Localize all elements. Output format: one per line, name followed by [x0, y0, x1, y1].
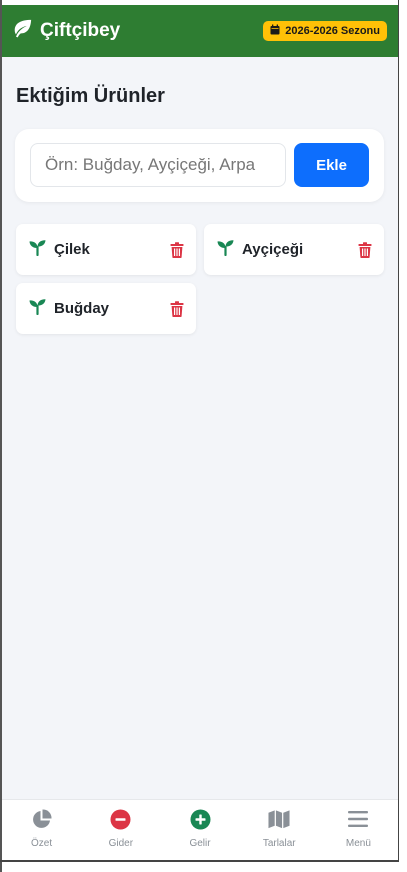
season-badge[interactable]: 2026-2026 Sezonu — [263, 21, 387, 41]
nav-label: Gider — [108, 838, 134, 849]
nav-label: Menü — [345, 838, 371, 849]
crop-card[interactable]: Çilek — [16, 224, 196, 275]
calendar-icon — [270, 24, 280, 38]
minus-circle-icon — [110, 808, 132, 830]
crop-label-group: Buğday — [29, 298, 109, 320]
trash-icon[interactable] — [170, 300, 184, 317]
app-screen: Çiftçibey 2026-2026 Sezonu Ektiğim Ürünl… — [2, 5, 398, 860]
plus-circle-icon — [189, 808, 211, 830]
trash-icon[interactable] — [170, 241, 184, 258]
sprout-icon — [29, 239, 46, 261]
crop-name: Ayçiçeği — [242, 241, 304, 258]
nav-item-gelir[interactable]: Gelir — [160, 800, 239, 860]
brand[interactable]: Çiftçibey — [12, 19, 120, 43]
season-label: 2026-2026 Sezonu — [285, 25, 380, 37]
nav-item-menu[interactable]: Menü — [319, 800, 398, 860]
crop-label-group: Ayçiçeği — [217, 239, 303, 261]
bottom-nav: Özet Gider Gelir Tarlalar Menü — [2, 799, 398, 860]
add-button[interactable]: Ekle — [294, 143, 369, 187]
crop-label-group: Çilek — [29, 239, 90, 261]
add-product-card: Ekle — [15, 129, 384, 202]
crop-name: Buğday — [54, 300, 110, 317]
crop-name: Çilek — [54, 241, 90, 258]
nav-item-ozet[interactable]: Özet — [2, 800, 81, 860]
crop-card[interactable]: Buğday — [16, 283, 196, 334]
sprout-icon — [29, 298, 46, 320]
nav-label: Tarlalar — [262, 838, 296, 849]
brand-title: Çiftçibey — [40, 20, 121, 41]
window-frame-right-edge — [398, 0, 399, 862]
leaf-icon — [12, 19, 33, 43]
product-name-input[interactable] — [30, 143, 286, 187]
nav-item-gider[interactable]: Gider — [81, 800, 160, 860]
nav-item-tarlalar[interactable]: Tarlalar — [240, 800, 319, 860]
window-frame-right — [398, 0, 407, 872]
sprout-icon — [217, 239, 234, 261]
map-icon — [268, 808, 290, 830]
crop-card[interactable]: Ayçiçeği — [204, 224, 384, 275]
page-title: Ektiğim Ürünler — [16, 85, 165, 107]
pie-chart-icon — [31, 808, 53, 830]
trash-icon[interactable] — [358, 241, 372, 258]
nav-label: Özet — [31, 838, 53, 849]
nav-label: Gelir — [189, 838, 211, 849]
app-header: Çiftçibey 2026-2026 Sezonu — [2, 5, 398, 57]
menu-icon — [347, 808, 369, 830]
window-frame-bottom — [0, 860, 399, 862]
